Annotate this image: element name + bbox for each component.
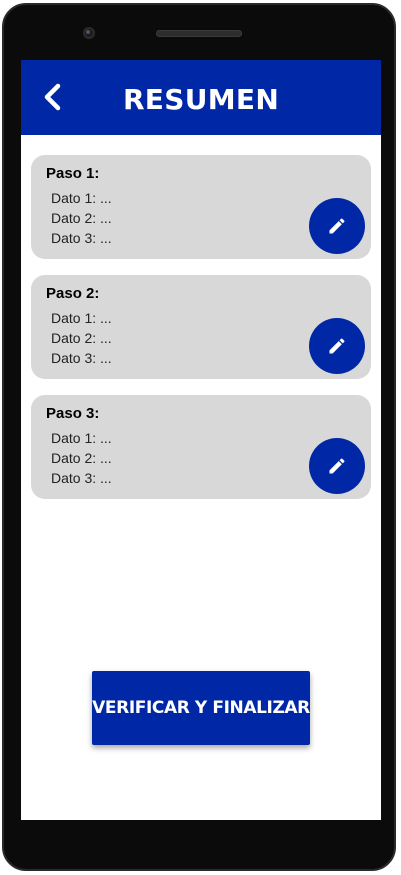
step-data-line: Dato 1: ... <box>51 430 112 446</box>
step-card-3: Paso 3: Dato 1: ... Dato 2: ... Dato 3: … <box>31 395 371 499</box>
speaker-grille <box>156 30 242 37</box>
step-card-1: Paso 1: Dato 1: ... Dato 2: ... Dato 3: … <box>31 155 371 259</box>
step-data-line: Dato 1: ... <box>51 190 112 206</box>
step-data-line: Dato 3: ... <box>51 230 112 246</box>
edit-step-3-button[interactable] <box>309 438 365 494</box>
verify-and-finish-button[interactable]: VERIFICAR Y FINALIZAR <box>92 671 310 745</box>
step-card-2: Paso 2: Dato 1: ... Dato 2: ... Dato 3: … <box>31 275 371 379</box>
step-title: Paso 1: <box>46 165 100 182</box>
edit-step-1-button[interactable] <box>309 198 365 254</box>
app-bar: RESUMEN <box>21 60 381 135</box>
page-title: RESUMEN <box>122 83 280 116</box>
step-data-line: Dato 2: ... <box>51 210 112 226</box>
step-title: Paso 2: <box>46 285 100 302</box>
step-data-line: Dato 2: ... <box>51 450 112 466</box>
edit-step-2-button[interactable] <box>309 318 365 374</box>
app-screen: RESUMEN Paso 1: Dato 1: ... Dato 2: ... … <box>21 60 381 820</box>
chevron-left-icon[interactable] <box>39 82 67 112</box>
pencil-icon <box>329 338 345 354</box>
step-data-line: Dato 1: ... <box>51 310 112 326</box>
step-title: Paso 3: <box>46 405 100 422</box>
step-data-line: Dato 3: ... <box>51 350 112 366</box>
step-data-line: Dato 2: ... <box>51 330 112 346</box>
phone-frame: RESUMEN Paso 1: Dato 1: ... Dato 2: ... … <box>2 3 396 871</box>
step-data-line: Dato 3: ... <box>51 470 112 486</box>
pencil-icon <box>329 458 345 474</box>
pencil-icon <box>329 218 345 234</box>
camera-icon <box>83 27 95 39</box>
